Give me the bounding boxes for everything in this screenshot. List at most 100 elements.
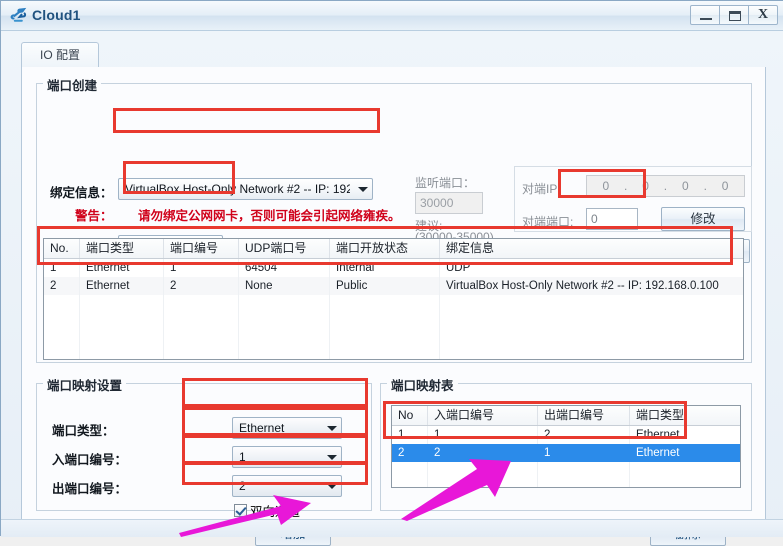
peer-ip-label: 对端IP:	[522, 180, 561, 197]
mapping-table-empty-row	[392, 480, 740, 488]
chevron-down-icon	[327, 484, 337, 489]
peer-ip-input[interactable]: 0 . 0 . 0 . 0	[586, 175, 745, 197]
bidirectional-channel-label: 双向通道	[250, 501, 300, 520]
client-area: IO 配置 端口创建 绑定信息： VirtualBox Host-Only Ne…	[1, 31, 783, 537]
peer-ip-octet-3: 0	[682, 179, 689, 193]
port-table-col-no: No.	[44, 239, 80, 258]
modify-button-label: 修改	[690, 212, 715, 226]
peer-port-value: 0	[591, 212, 598, 226]
cloud-config-window: Cloud1 X IO 配置 端口创建 绑定信息： VirtualBox Hos…	[0, 0, 783, 536]
mapping-col-no: No	[392, 406, 428, 425]
mapping-table-empty-row	[392, 462, 740, 480]
mapping-table-header: No 入端口编号 出端口编号 端口类型	[392, 406, 740, 426]
in-port-combo-value: 1	[239, 447, 319, 467]
mapping-col-out: 出端口编号	[538, 406, 630, 425]
peer-ip-octet-1: 0	[602, 179, 609, 193]
peer-port-input[interactable]: 0	[586, 208, 638, 230]
port-table-col-status: 端口开放状态	[330, 239, 440, 258]
warning-text: 请勿绑定公网网卡，否则可能会引起网络雍疾。	[138, 205, 401, 224]
close-icon: X	[749, 6, 777, 24]
chevron-down-icon	[358, 187, 368, 192]
bind-info-combo-value: VirtualBox Host-Only Network #2 -- IP: 1…	[125, 179, 350, 199]
warning-label: 警告：	[75, 205, 113, 224]
table-row[interactable]: 1 Ethernet 1 64504 Internal UDP	[44, 259, 743, 277]
mapping-col-in: 入端口编号	[428, 406, 538, 425]
mapping-row-2-no: 2	[392, 444, 428, 462]
port-row-2-udp: None	[239, 277, 330, 295]
map-port-type-combo[interactable]: Ethernet	[232, 417, 342, 439]
peer-ip-dot-3: .	[704, 179, 707, 193]
mapping-row-1-type: Ethernet	[630, 426, 740, 444]
window-title: Cloud1	[32, 7, 81, 23]
port-table-empty-row	[44, 313, 743, 331]
peer-ip-dot-2: .	[664, 179, 667, 193]
tab-io-config[interactable]: IO 配置	[21, 42, 99, 68]
group-map-table-title: 端口映射表	[387, 375, 458, 394]
port-table-col-type: 端口类型	[80, 239, 164, 258]
mapping-col-type: 端口类型	[630, 406, 740, 425]
port-row-1-type: Ethernet	[80, 259, 164, 277]
checkbox-box	[234, 504, 247, 517]
chevron-down-icon	[327, 455, 337, 460]
bind-info-label: 绑定信息：	[50, 182, 113, 201]
port-row-1-number: 1	[164, 259, 239, 277]
out-port-label: 出端口编号：	[52, 478, 127, 497]
table-row[interactable]: 2 Ethernet 2 None Public VirtualBox Host…	[44, 277, 743, 295]
listen-port-value: 30000	[420, 196, 453, 210]
bind-info-combo[interactable]: VirtualBox Host-Only Network #2 -- IP: 1…	[118, 178, 373, 200]
mapping-row-1-no: 1	[392, 426, 428, 444]
tab-io-config-label: IO 配置	[40, 48, 80, 62]
port-row-2-no: 2	[44, 277, 80, 295]
group-map-settings-title: 端口映射设置	[43, 375, 126, 394]
port-row-2-bind: VirtualBox Host-Only Network #2 -- IP: 1…	[440, 277, 743, 295]
bidirectional-channel-checkbox[interactable]: 双向通道	[234, 501, 300, 520]
cloud-icon	[10, 7, 28, 25]
group-port-create-title: 端口创建	[43, 75, 101, 94]
port-row-2-number: 2	[164, 277, 239, 295]
map-port-type-combo-value: Ethernet	[239, 418, 319, 438]
peer-port-label: 对端端口:	[522, 213, 573, 230]
minimize-button[interactable]	[690, 5, 720, 25]
in-port-combo[interactable]: 1	[232, 446, 342, 468]
window-controls: X	[691, 5, 778, 25]
port-table-empty-row	[44, 331, 743, 349]
mapping-table[interactable]: No 入端口编号 出端口编号 端口类型 1 1 2 Ethernet 2 2 1…	[391, 405, 741, 488]
out-port-combo[interactable]: 2	[232, 475, 342, 497]
listen-port-label: 监听端口：	[415, 174, 475, 191]
tab-page-io-config: 端口创建 绑定信息： VirtualBox Host-Only Network …	[21, 67, 766, 522]
peer-ip-octet-2: 0	[642, 179, 649, 193]
mapping-row-1-out: 2	[538, 426, 630, 444]
in-port-label: 入端口编号：	[52, 449, 127, 468]
port-table-col-udp: UDP端口号	[239, 239, 330, 258]
peer-ip-dot-1: .	[624, 179, 627, 193]
table-row[interactable]: 2 2 1 Ethernet	[392, 444, 740, 462]
modify-button[interactable]: 修改	[661, 207, 745, 231]
port-row-1-no: 1	[44, 259, 80, 277]
mapping-row-1-in: 1	[428, 426, 538, 444]
port-row-1-bind: UDP	[440, 259, 743, 277]
listen-port-input[interactable]: 30000	[415, 192, 483, 214]
title-bar: Cloud1 X	[1, 1, 783, 31]
peer-ip-octet-4: 0	[722, 179, 729, 193]
port-row-2-type: Ethernet	[80, 277, 164, 295]
port-table[interactable]: No. 端口类型 端口编号 UDP端口号 端口开放状态 绑定信息 1 Ether…	[43, 238, 744, 360]
mapping-row-2-out: 1	[538, 444, 630, 462]
minimize-icon	[700, 18, 712, 20]
port-table-empty-row	[44, 295, 743, 313]
table-row[interactable]: 1 1 2 Ethernet	[392, 426, 740, 444]
port-table-header: No. 端口类型 端口编号 UDP端口号 端口开放状态 绑定信息	[44, 239, 743, 259]
out-port-combo-value: 2	[239, 476, 319, 496]
maximize-button[interactable]	[719, 5, 749, 25]
port-table-col-bind: 绑定信息	[440, 239, 743, 258]
port-row-1-status: Internal	[330, 259, 440, 277]
status-bar	[1, 519, 783, 537]
port-row-2-status: Public	[330, 277, 440, 295]
map-port-type-label: 端口类型：	[52, 420, 115, 439]
port-table-empty-row	[44, 349, 743, 360]
chevron-down-icon	[327, 426, 337, 431]
close-button[interactable]: X	[748, 5, 778, 25]
mapping-row-2-type: Ethernet	[630, 444, 740, 462]
tab-strip: IO 配置	[21, 42, 766, 68]
mapping-row-2-in: 2	[428, 444, 538, 462]
port-row-1-udp: 64504	[239, 259, 330, 277]
